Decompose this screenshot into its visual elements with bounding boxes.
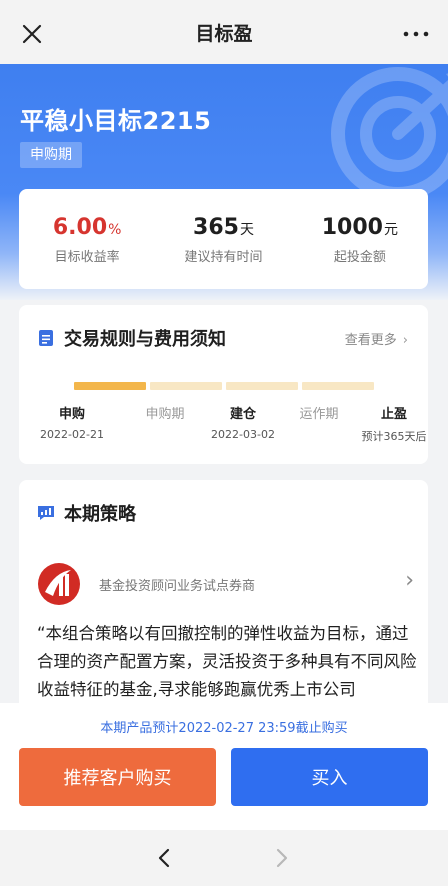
strategy-card: 本期策略 基金投资顾问业务试点券商 › “本组合策略以有回撤控制的弹性收益为目标…	[19, 480, 428, 720]
stat-label: 建议持有时间	[184, 250, 263, 265]
phase-progress-bar	[74, 382, 374, 390]
back-arrow-icon[interactable]	[154, 847, 176, 869]
step-build-position: 建仓 2022-03-02	[203, 403, 283, 441]
progress-segment	[302, 382, 374, 390]
step-name: 申购	[58, 407, 85, 422]
phase-steps: 申购 2022-02-21 申购期 建仓 2022-03-02 运作期 止盈 预…	[37, 403, 426, 443]
stat-min-investment: 1000元 起投金额	[292, 189, 428, 289]
strategy-title: 本期策略	[64, 504, 136, 525]
top-bar: 目标盈	[0, 0, 448, 64]
stat-unit: 元	[383, 222, 398, 238]
chat-bubble-icon	[38, 506, 54, 520]
stat-value: 6.00	[52, 215, 108, 240]
stat-unit: %	[108, 222, 122, 238]
rules-title: 交易规则与费用须知	[64, 329, 226, 350]
view-more-label: 查看更多	[344, 333, 397, 348]
stat-label: 目标收益率	[54, 250, 120, 265]
forward-arrow-icon[interactable]	[270, 847, 292, 869]
chevron-right-icon: ›	[405, 568, 414, 593]
step-name: 建仓	[229, 407, 256, 422]
stats-card: 6.00% 目标收益率 365天 建议持有时间 1000元 起投金额	[19, 189, 428, 289]
step-name: 运作期	[299, 407, 339, 422]
browser-nav-bar	[0, 830, 448, 886]
fund-advisor-name: 基金投资顾问业务试点券商	[99, 578, 256, 594]
rules-heading: 交易规则与费用须知	[37, 325, 226, 351]
step-date: 2022-02-21	[40, 428, 104, 441]
step-subscribe: 申购 2022-02-21	[37, 403, 107, 441]
stat-label: 起投金额	[333, 250, 386, 265]
progress-segment	[74, 382, 146, 390]
bottom-action-bar: 本期产品预计2022-02-27 23:59截止购买 推荐客户购买 买入	[0, 703, 448, 830]
step-date: 预计365天后	[361, 430, 427, 443]
step-operation-period: 运作期	[284, 403, 354, 422]
step-name: 止盈	[380, 407, 407, 422]
recommend-to-client-button[interactable]: 推荐客户购买	[19, 748, 216, 806]
stat-holding-period: 365天 建议持有时间	[155, 189, 291, 289]
close-icon[interactable]	[18, 20, 46, 48]
trading-rules-card: 交易规则与费用须知 查看更多 › 申购 2022-02-21 申购期 建仓 202…	[19, 305, 428, 464]
step-name: 申购期	[145, 407, 185, 422]
page-title: 目标盈	[195, 22, 253, 45]
stat-unit: 天	[239, 222, 254, 238]
chevron-right-icon: ›	[402, 333, 408, 348]
buy-button[interactable]: 买入	[231, 748, 428, 806]
more-options-icon[interactable]	[402, 24, 430, 44]
broker-logo-icon	[38, 563, 80, 605]
progress-segment	[150, 382, 222, 390]
strategy-heading: 本期策略	[37, 500, 136, 526]
document-icon	[39, 330, 53, 346]
deadline-notice: 本期产品预计2022-02-27 23:59截止购买	[100, 721, 348, 736]
stat-target-rate: 6.00% 目标收益率	[19, 189, 155, 289]
phase-badge: 申购期	[20, 142, 82, 168]
view-more-link[interactable]: 查看更多 ›	[345, 329, 408, 348]
progress-segment	[226, 382, 298, 390]
strategy-description: “本组合策略以有回撤控制的弹性收益为目标，通过合理的资产配置方案，灵活投资于多种…	[37, 624, 417, 699]
stat-value: 365	[193, 215, 239, 240]
product-name: 平稳小目标2215	[20, 107, 212, 135]
fund-advisor-row[interactable]: 基金投资顾问业务试点券商 ›	[37, 558, 414, 610]
step-take-profit: 止盈 预计365天后	[355, 403, 433, 444]
stat-value: 1000	[321, 215, 383, 240]
step-subscribe-period: 申购期	[130, 403, 200, 422]
step-date: 2022-03-02	[211, 428, 275, 441]
